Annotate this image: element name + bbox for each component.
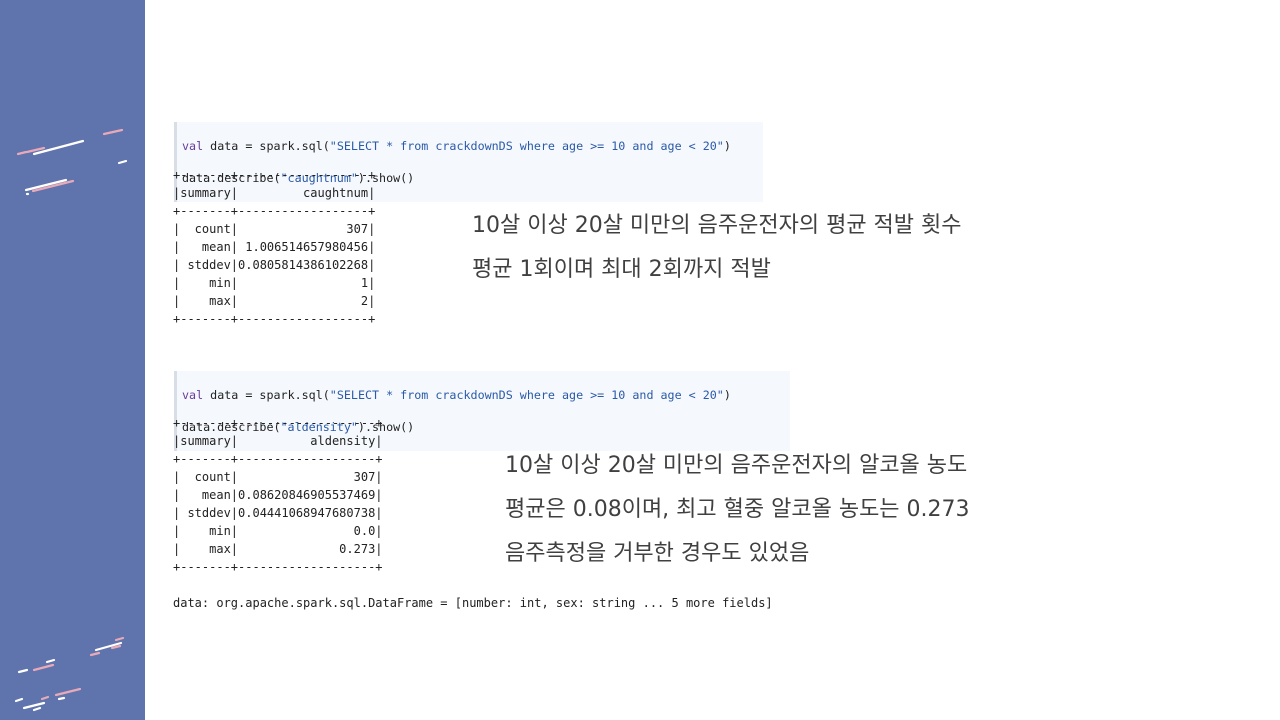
decorative-strokes: [14, 128, 128, 712]
sidebar-decoration: [0, 0, 145, 720]
note-aldensity: 10살 이상 20살 미만의 음주운전자의 알코올 농도 평균은 0.08이며,…: [505, 444, 970, 576]
note-line: 10살 이상 20살 미만의 음주운전자의 평균 적발 횟수: [472, 213, 962, 238]
note-line: 평균 1회이며 최대 2회까지 적발: [472, 257, 771, 282]
code-line: val data = spark.sql("SELECT * from crac…: [182, 388, 731, 402]
note-caughtnum: 10살 이상 20살 미만의 음주운전자의 평균 적발 횟수 평균 1회이며 최…: [472, 204, 962, 292]
output-table-caughtnum: +-------+------------------+ |summary| c…: [173, 168, 376, 326]
note-line: 10살 이상 20살 미만의 음주운전자의 알코올 농도: [505, 453, 968, 478]
note-line: 음주측정을 거부한 경우도 있었음: [505, 541, 810, 566]
note-line: 평균은 0.08이며, 최고 혈중 알코올 농도는 0.273: [505, 497, 970, 522]
code-line: val data = spark.sql("SELECT * from crac…: [182, 139, 731, 153]
